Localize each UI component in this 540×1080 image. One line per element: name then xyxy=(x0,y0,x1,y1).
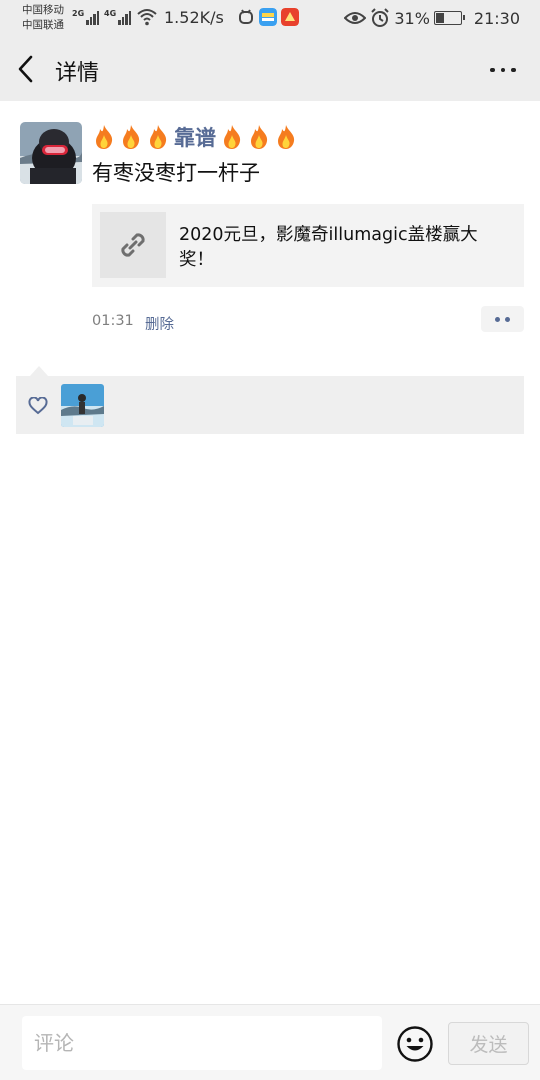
clock: 21:30 xyxy=(473,8,520,28)
eye-icon xyxy=(344,12,367,24)
fire-emoji-icon xyxy=(278,125,295,149)
more-options-icon[interactable] xyxy=(488,60,518,80)
status-right: 31% 21:30 xyxy=(344,8,520,28)
delete-link[interactable]: 删除 xyxy=(145,313,174,334)
carrier-1: 中国移动 xyxy=(22,4,64,16)
emoji-icon[interactable] xyxy=(396,1025,434,1063)
battery-icon xyxy=(433,11,465,25)
liker-avatar[interactable] xyxy=(61,384,104,427)
signal-1-icon: 2G xyxy=(72,9,100,25)
heart-icon xyxy=(28,397,48,415)
carrier-info: 中国移动 中国联通 xyxy=(22,3,64,33)
post-text: 有枣没枣打一杆子 xyxy=(92,161,260,185)
alarm-icon xyxy=(371,8,390,27)
send-button[interactable]: 发送 xyxy=(448,1022,529,1065)
comment-input[interactable] xyxy=(22,1016,382,1070)
fire-emoji-icon xyxy=(150,125,167,149)
fire-emoji-icon xyxy=(123,125,140,149)
post-time: 01:31 xyxy=(92,313,134,329)
page-title: 详情 xyxy=(55,61,100,86)
carrier-2: 中国联通 xyxy=(22,19,64,31)
signal-2-icon: 4G xyxy=(104,9,132,25)
notification-app-icon xyxy=(239,9,253,24)
fire-emoji-icon xyxy=(224,125,241,149)
wifi-icon xyxy=(137,9,157,26)
wallet-app-icon xyxy=(259,8,277,26)
comment-like-menu-button[interactable] xyxy=(481,306,524,332)
network-speed: 1.52K/s xyxy=(164,8,224,27)
status-bar: 中国移动 中国联通 2G 4G 1.52K/s 31% 21:30 xyxy=(0,0,540,38)
comment-bar: 发送 xyxy=(0,1004,540,1080)
game-app-icon xyxy=(281,8,299,26)
back-arrow-icon[interactable] xyxy=(14,54,40,84)
battery-percent: 31% xyxy=(394,8,430,28)
shared-link-card[interactable]: 2020元旦，影魔奇illumagic盖楼赢大奖！ xyxy=(92,204,524,287)
username[interactable]: 靠谱 xyxy=(174,122,216,152)
fire-emoji-icon xyxy=(251,125,268,149)
likes-pointer xyxy=(30,366,48,376)
likes-section xyxy=(16,376,524,434)
link-icon xyxy=(121,233,145,257)
username-row: 靠谱 xyxy=(92,122,298,152)
link-thumbnail xyxy=(100,212,166,278)
user-avatar[interactable] xyxy=(20,122,82,184)
nav-bar: 详情 xyxy=(0,38,540,101)
link-title: 2020元旦，影魔奇illumagic盖楼赢大奖！ xyxy=(179,225,478,270)
fire-emoji-icon xyxy=(96,125,113,149)
